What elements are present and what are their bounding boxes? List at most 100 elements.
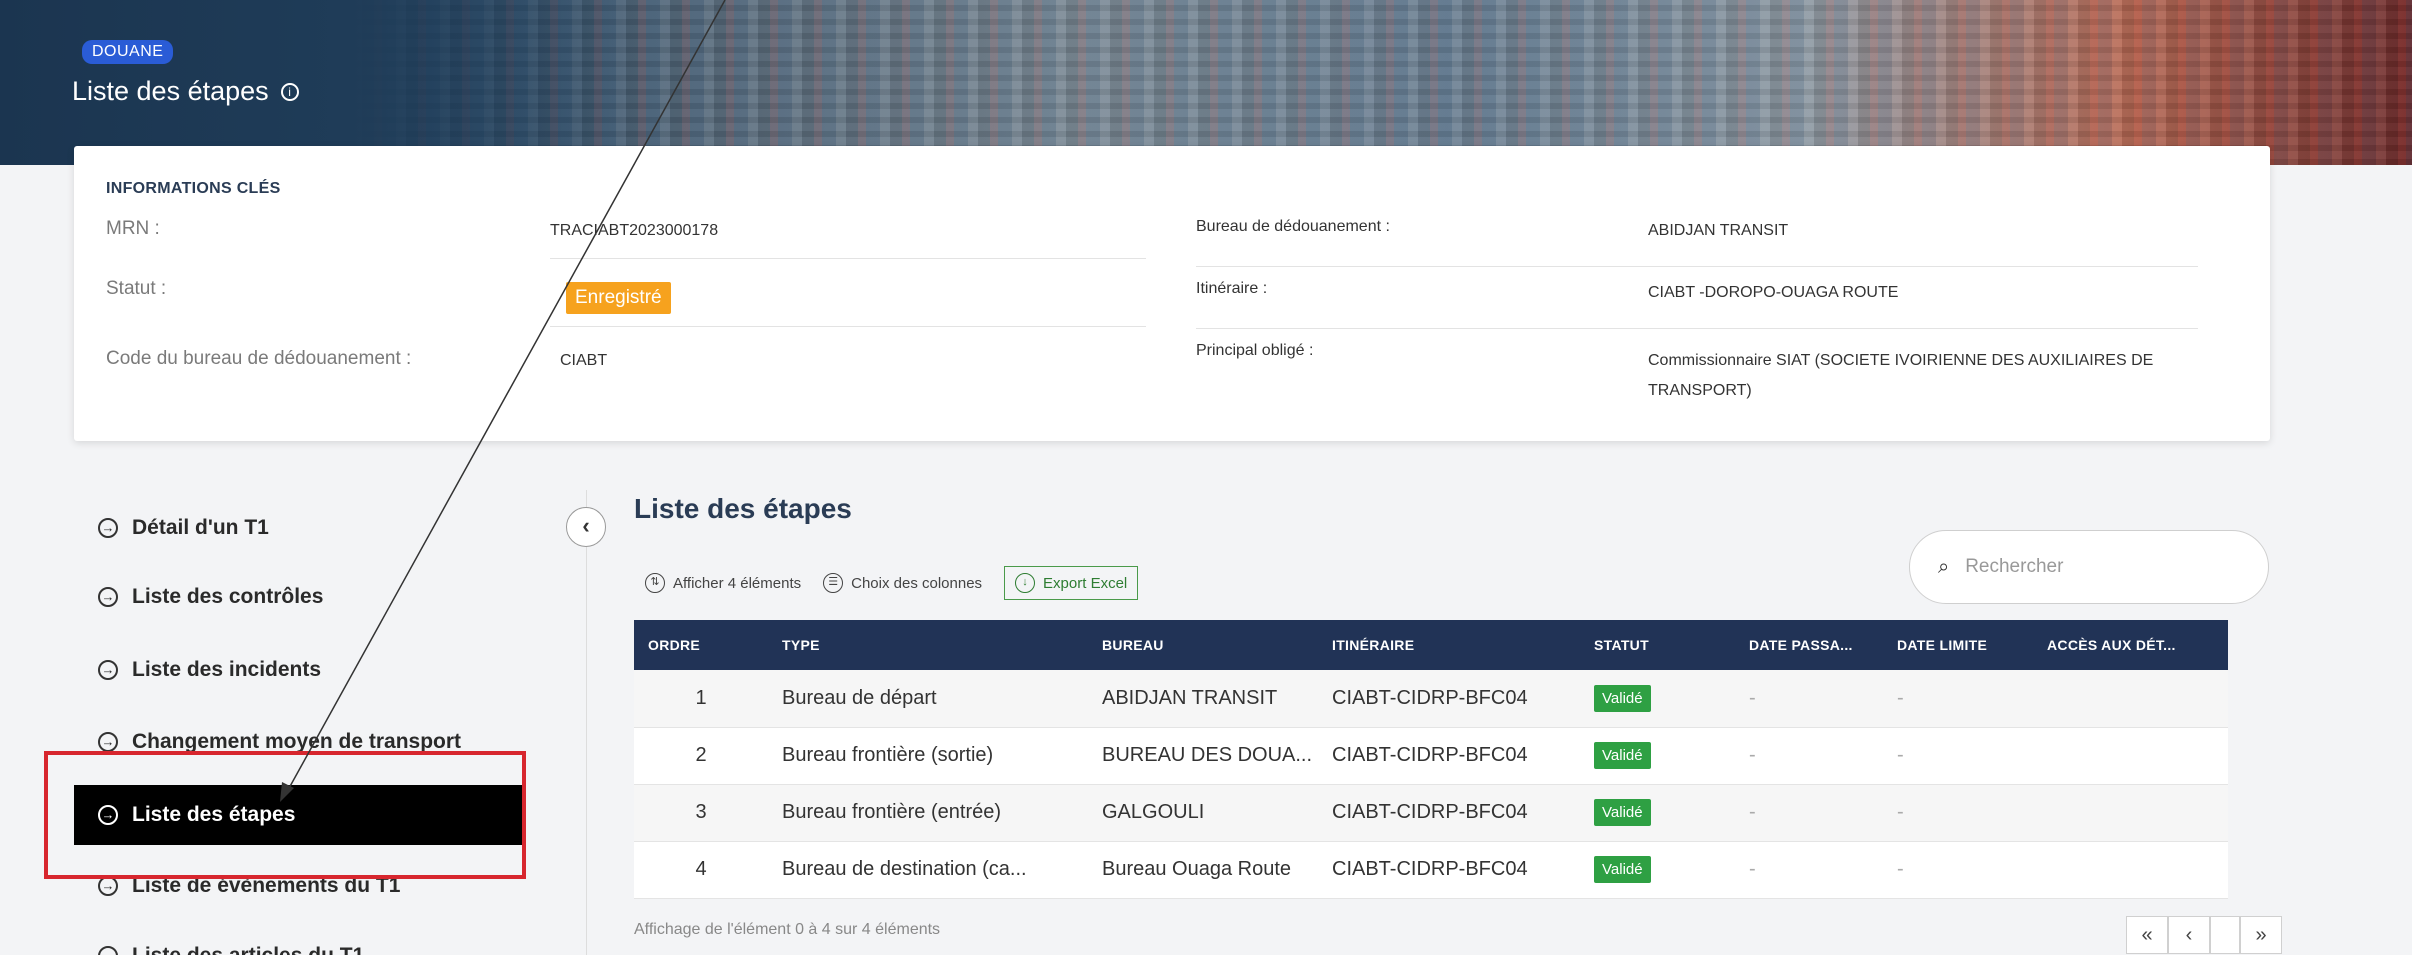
first-page-button[interactable]: « bbox=[2126, 916, 2168, 954]
mrn-value: TRACIABT2023000178 bbox=[550, 222, 719, 239]
columns-icon: ☰ bbox=[823, 573, 844, 593]
cell-type: Bureau frontière (sortie) bbox=[782, 744, 994, 766]
cell-type: Bureau de départ bbox=[782, 686, 937, 709]
sidebar-item-articles[interactable]: → Liste des articles du T1 bbox=[74, 928, 524, 955]
cell-statut: Validé bbox=[1580, 727, 1735, 784]
cell-acces bbox=[2033, 727, 2228, 784]
status-label: Statut : bbox=[106, 278, 167, 299]
section-badge: DOUANE bbox=[82, 40, 174, 64]
main-title: Liste des étapes bbox=[634, 493, 852, 524]
status-badge: Validé bbox=[1594, 742, 1651, 769]
cell-type: Bureau de destination (ca... bbox=[782, 858, 1027, 880]
search-box: ⌕ bbox=[1909, 530, 2269, 604]
cell-statut: Validé bbox=[1580, 784, 1735, 841]
arrow-right-circle-icon: → bbox=[98, 876, 118, 896]
col-header-statut[interactable]: STATUT bbox=[1580, 620, 1735, 670]
cell-ordre: 4 bbox=[695, 858, 707, 880]
cell-ordre: 1 bbox=[695, 686, 707, 709]
table-header-row: ORDRE TYPE BUREAU ITINÉRAIRE STATUT DATE… bbox=[634, 620, 2228, 670]
cell-statut: Validé bbox=[1580, 670, 1735, 727]
cell-bureau: GALGOULI bbox=[1102, 801, 1205, 823]
arrow-right-circle-icon: → bbox=[98, 587, 118, 607]
table-row[interactable]: 2 Bureau frontière (sortie) BUREAU DES D… bbox=[634, 727, 2228, 784]
cell-date-limite: - bbox=[1897, 744, 1904, 766]
sort-icon: ⇅ bbox=[645, 573, 665, 593]
sidebar-item-label: Détail d'un T1 bbox=[132, 516, 269, 539]
cell-date-limite: - bbox=[1897, 858, 1904, 880]
cell-date-limite: - bbox=[1897, 686, 1904, 709]
cell-itineraire: CIABT-CIDRP-BFC04 bbox=[1332, 686, 1528, 709]
cell-date-limite: - bbox=[1897, 801, 1904, 823]
show-items-button[interactable]: ⇅ Afficher 4 éléments bbox=[645, 573, 801, 593]
table-toolbar: ⇅ Afficher 4 éléments ☰ Choix des colonn… bbox=[645, 566, 1139, 600]
col-header-ordre[interactable]: ORDRE bbox=[634, 620, 768, 670]
col-header-bureau[interactable]: BUREAU bbox=[1088, 620, 1318, 670]
arrow-right-circle-icon: → bbox=[98, 518, 118, 538]
search-input[interactable] bbox=[1965, 556, 2206, 578]
cell-itineraire: CIABT-CIDRP-BFC04 bbox=[1332, 858, 1528, 880]
page: DOUANE Liste des étapes i INFORMATIONS C… bbox=[0, 0, 2412, 955]
status-badge: Validé bbox=[1594, 856, 1651, 883]
sidebar-item-label: Liste des articles du T1 bbox=[132, 944, 364, 955]
status-row: Statut : bbox=[106, 278, 166, 300]
status-badge: Validé bbox=[1594, 684, 1651, 712]
cell-date-passage: - bbox=[1749, 801, 1756, 823]
sidebar-item-detail[interactable]: → Détail d'un T1 bbox=[74, 500, 524, 556]
last-page-button[interactable]: » bbox=[2240, 916, 2282, 954]
columns-button[interactable]: ☰ Choix des colonnes bbox=[823, 573, 982, 593]
clearance-office-value: ABIDJAN TRANSIT bbox=[1648, 222, 1789, 239]
chevron-left-icon[interactable]: ‹ bbox=[566, 507, 606, 547]
principal-label: Principal obligé : bbox=[1196, 342, 1314, 359]
cell-acces bbox=[2033, 670, 2228, 727]
arrow-right-circle-icon: → bbox=[98, 946, 118, 955]
cell-date-passage: - bbox=[1749, 744, 1756, 766]
table-row[interactable]: 4 Bureau de destination (ca... Bureau Ou… bbox=[634, 841, 2228, 898]
office-code-value: CIABT bbox=[560, 352, 608, 369]
table-row[interactable]: 1 Bureau de départ ABIDJAN TRANSIT CIABT… bbox=[634, 670, 2228, 727]
key-info-heading: INFORMATIONS CLÉS bbox=[106, 180, 281, 197]
cell-acces bbox=[2033, 841, 2228, 898]
sidebar-item-controls[interactable]: → Liste des contrôles bbox=[74, 569, 524, 625]
export-excel-label: Export Excel bbox=[1043, 574, 1128, 592]
columns-label: Choix des colonnes bbox=[851, 574, 983, 592]
page-title-text: Liste des étapes bbox=[72, 76, 269, 106]
col-header-type[interactable]: TYPE bbox=[768, 620, 1088, 670]
cell-itineraire: CIABT-CIDRP-BFC04 bbox=[1332, 801, 1528, 823]
export-excel-button[interactable]: ↓ Export Excel bbox=[1004, 566, 1139, 600]
arrow-right-circle-icon: → bbox=[98, 660, 118, 680]
status-badge: Enregistré bbox=[566, 282, 671, 314]
col-header-acces[interactable]: ACCÈS AUX DÉT... bbox=[2033, 620, 2228, 670]
sidebar-item-incidents[interactable]: → Liste des incidents bbox=[74, 642, 524, 698]
office-code-label: Code du bureau de dédouanement : bbox=[106, 348, 412, 369]
cell-date-passage: - bbox=[1749, 686, 1756, 709]
cell-statut: Validé bbox=[1580, 841, 1735, 898]
pagination: « ‹ » bbox=[2126, 916, 2282, 954]
col-header-date-passage[interactable]: DATE PASSA... bbox=[1735, 620, 1883, 670]
status-badge-text: Enregistré bbox=[566, 282, 671, 314]
cell-bureau: ABIDJAN TRANSIT bbox=[1102, 686, 1278, 709]
search-icon: ⌕ bbox=[1938, 555, 1950, 578]
mrn-label: MRN : bbox=[106, 218, 160, 239]
cell-bureau: BUREAU DES DOUA... bbox=[1102, 744, 1313, 766]
principal-value: Commissionnaire SIAT (SOCIETE IVOIRIENNE… bbox=[1648, 352, 2154, 399]
download-icon: ↓ bbox=[1015, 573, 1036, 593]
cell-itineraire: CIABT-CIDRP-BFC04 bbox=[1332, 744, 1528, 766]
col-header-itineraire[interactable]: ITINÉRAIRE bbox=[1318, 620, 1580, 670]
itinerary-value: CIABT -DOROPO-OUAGA ROUTE bbox=[1648, 284, 1899, 301]
itinerary-label: Itinéraire : bbox=[1196, 280, 1268, 297]
arrow-right-circle-icon: → bbox=[98, 732, 118, 752]
info-circle-icon[interactable]: i bbox=[280, 82, 299, 101]
steps-table: ORDRE TYPE BUREAU ITINÉRAIRE STATUT DATE… bbox=[634, 620, 2228, 899]
highlight-box bbox=[44, 751, 526, 879]
cell-ordre: 2 bbox=[695, 744, 707, 766]
clearance-office-label: Bureau de dédouanement : bbox=[1196, 218, 1390, 235]
sidebar-item-label: Liste des incidents bbox=[132, 658, 322, 681]
office-code-row: Code du bureau de dédouanement : bbox=[106, 348, 411, 370]
table-row[interactable]: 3 Bureau frontière (entrée) GALGOULI CIA… bbox=[634, 784, 2228, 841]
col-header-date-limite[interactable]: DATE LIMITE bbox=[1883, 620, 2033, 670]
page-number bbox=[2210, 916, 2240, 954]
prev-page-button[interactable]: ‹ bbox=[2168, 916, 2210, 954]
show-items-label: Afficher 4 éléments bbox=[673, 574, 802, 592]
cell-acces bbox=[2033, 784, 2228, 841]
cell-bureau: Bureau Ouaga Route bbox=[1102, 858, 1292, 880]
